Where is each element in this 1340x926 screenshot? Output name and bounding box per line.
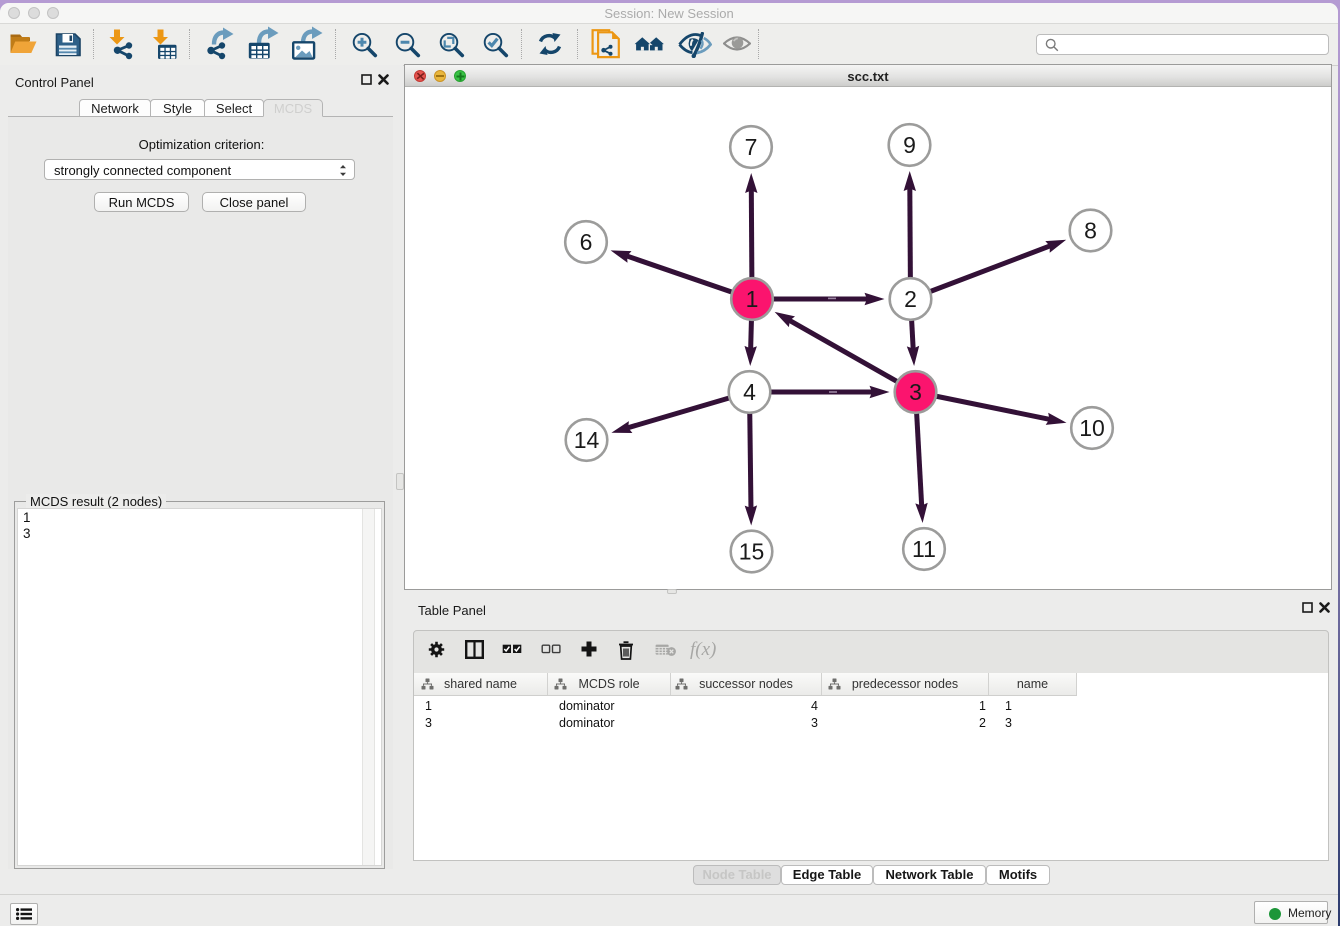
svg-text:15: 15 [739,539,765,565]
svg-text:1: 1 [746,286,759,312]
svg-text:3: 3 [909,379,922,405]
svg-text:2: 2 [904,286,917,312]
svg-text:9: 9 [903,132,916,158]
svg-text:10: 10 [1079,415,1105,441]
svg-text:8: 8 [1084,218,1097,244]
svg-text:11: 11 [912,536,936,562]
svg-text:4: 4 [743,379,756,405]
svg-text:7: 7 [745,134,758,160]
svg-text:14: 14 [574,427,600,453]
svg-text:6: 6 [580,229,593,255]
